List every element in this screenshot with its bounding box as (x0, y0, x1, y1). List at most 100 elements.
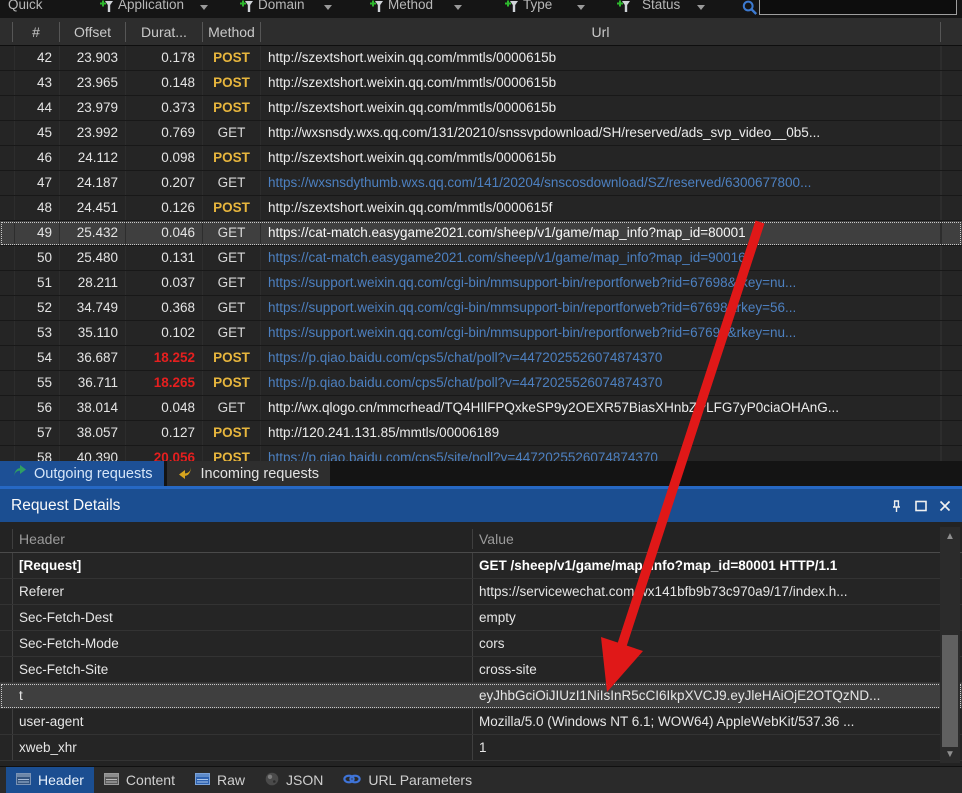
row-tail (941, 46, 962, 70)
search-input[interactable] (759, 0, 957, 15)
header-row[interactable]: [Request]GET /sheep/v1/game/map_info?map… (0, 553, 962, 579)
request-offset: 35.110 (60, 321, 126, 345)
row-gutter (0, 683, 12, 708)
pin-icon[interactable] (890, 499, 903, 513)
header-row[interactable]: user-agentMozilla/5.0 (Windows NT 6.1; W… (0, 709, 962, 735)
view-tab-header[interactable]: Header (6, 767, 94, 793)
col-method[interactable]: Method (203, 22, 261, 42)
scroll-down-icon[interactable]: ▼ (940, 745, 960, 763)
header-row[interactable]: Sec-Fetch-Sitecross-site (0, 657, 962, 683)
request-offset: 36.687 (60, 346, 126, 370)
header-row[interactable]: teyJhbGciOiJIUzI1NiIsInR5cCI6IkpXVCJ9.ey… (0, 683, 962, 709)
table-row[interactable]: 4523.9920.769GEThttp://wxsnsdy.wxs.qq.co… (0, 121, 962, 146)
header-name: Sec-Fetch-Site (12, 657, 472, 682)
header-value: empty (472, 605, 962, 630)
table-row[interactable]: 5128.2110.037GEThttps://support.weixin.q… (0, 271, 962, 296)
request-method: POST (203, 421, 261, 445)
filter-dropdown-status[interactable]: Status (642, 0, 680, 16)
request-method: POST (203, 196, 261, 220)
request-number: 45 (13, 121, 60, 145)
col-header[interactable]: Header (12, 529, 472, 549)
filter-dropdown-application[interactable]: Application (118, 0, 184, 16)
request-method: GET (203, 121, 261, 145)
header-row[interactable]: Sec-Fetch-Modecors (0, 631, 962, 657)
scroll-up-icon[interactable]: ▲ (940, 527, 960, 545)
request-url: http://szextshort.weixin.qq.com/mmtls/00… (261, 71, 941, 95)
tab-outgoing-label: Outgoing requests (34, 466, 153, 482)
tab-outgoing-requests[interactable]: Outgoing requests (0, 461, 164, 486)
request-url: https://p.qiao.baidu.com/cps5/site/poll?… (261, 446, 941, 461)
request-number: 48 (13, 196, 60, 220)
quick-filter-label[interactable]: Quick (8, 0, 43, 16)
col-value[interactable]: Value (472, 529, 962, 549)
maximize-icon[interactable] (915, 500, 927, 512)
table-row[interactable]: 5025.4800.131GEThttps://cat-match.easyga… (0, 246, 962, 271)
request-duration: 0.048 (126, 396, 203, 420)
request-number: 47 (13, 171, 60, 195)
chevron-down-icon[interactable] (454, 5, 462, 10)
incoming-arrow-icon (178, 465, 194, 483)
request-duration: 0.098 (126, 146, 203, 170)
row-tail (941, 421, 962, 445)
table-row[interactable]: 4925.4320.046GEThttps://cat-match.easyga… (0, 221, 962, 246)
table-row[interactable]: 4724.1870.207GEThttps://wxsnsdythumb.wxs… (0, 171, 962, 196)
col-number[interactable]: # (13, 22, 60, 42)
table-row[interactable]: 4423.9790.373POSThttp://szextshort.weixi… (0, 96, 962, 121)
table-row[interactable]: 5840.39020.056POSThttps://p.qiao.baidu.c… (0, 446, 962, 461)
details-scrollbar[interactable]: ▲ ▼ (940, 527, 960, 763)
header-row[interactable]: Sec-Fetch-Destempty (0, 605, 962, 631)
table-row[interactable]: 5536.71118.265POSThttps://p.qiao.baidu.c… (0, 371, 962, 396)
row-tail (941, 396, 962, 420)
table-row[interactable]: 4624.1120.098POSThttp://szextshort.weixi… (0, 146, 962, 171)
tab-incoming-requests[interactable]: Incoming requests (167, 461, 330, 486)
request-offset: 25.432 (60, 221, 126, 245)
request-number: 56 (13, 396, 60, 420)
chevron-down-icon[interactable] (697, 5, 705, 10)
table-row[interactable]: 5638.0140.048GEThttp://wx.qlogo.cn/mmcrh… (0, 396, 962, 421)
search-icon[interactable] (742, 0, 758, 18)
close-icon[interactable] (939, 500, 951, 512)
view-tab-json[interactable]: JSON (255, 767, 333, 793)
request-method: GET (203, 396, 261, 420)
header-name: Sec-Fetch-Mode (12, 631, 472, 656)
row-tail (941, 146, 962, 170)
request-method: GET (203, 321, 261, 345)
col-duration[interactable]: Durat... (126, 22, 203, 42)
filter-funnel-icon (505, 0, 519, 13)
scrollbar-thumb[interactable] (942, 635, 958, 747)
header-row[interactable]: Refererhttps://servicewechat.com/wx141bf… (0, 579, 962, 605)
header-name: Sec-Fetch-Dest (12, 605, 472, 630)
table-row[interactable]: 4824.4510.126POSThttp://szextshort.weixi… (0, 196, 962, 221)
request-offset: 23.965 (60, 71, 126, 95)
detail-view-tabs: HeaderContentRawJSONURL Parameters (0, 766, 962, 793)
header-value: GET /sheep/v1/game/map_info?map_id=80001… (472, 553, 962, 578)
view-tab-content[interactable]: Content (94, 767, 185, 793)
chevron-down-icon[interactable] (200, 5, 208, 10)
headers-table-header: Header Value (0, 525, 962, 553)
request-offset: 40.390 (60, 446, 126, 461)
request-url: https://wxsnsdythumb.wxs.qq.com/141/2020… (261, 171, 941, 195)
filter-funnel-icon (370, 0, 384, 13)
table-row[interactable]: 4223.9030.178POSThttp://szextshort.weixi… (0, 46, 962, 71)
filter-dropdown-type[interactable]: Type (523, 0, 552, 16)
col-offset[interactable]: Offset (60, 22, 126, 42)
chevron-down-icon[interactable] (577, 5, 585, 10)
col-url[interactable]: Url (261, 22, 941, 42)
header-row[interactable]: xweb_xhr1 (0, 735, 962, 761)
filter-dropdown-domain[interactable]: Domain (258, 0, 305, 16)
request-offset: 34.749 (60, 296, 126, 320)
filter-dropdown-method[interactable]: Method (388, 0, 433, 16)
request-method: GET (203, 271, 261, 295)
request-method: POST (203, 371, 261, 395)
table-row[interactable]: 5335.1100.102GEThttps://support.weixin.q… (0, 321, 962, 346)
table-row[interactable]: 5436.68718.252POSThttps://p.qiao.baidu.c… (0, 346, 962, 371)
table-row[interactable]: 5738.0570.127POSThttp://120.241.131.85/m… (0, 421, 962, 446)
chevron-down-icon[interactable] (324, 5, 332, 10)
row-tail (941, 96, 962, 120)
request-url: https://cat-match.easygame2021.com/sheep… (261, 246, 941, 270)
view-tab-url-parameters[interactable]: URL Parameters (333, 767, 482, 793)
table-row[interactable]: 5234.7490.368GEThttps://support.weixin.q… (0, 296, 962, 321)
requests-table-header: # Offset Durat... Method Url (0, 18, 962, 46)
table-row[interactable]: 4323.9650.148POSThttp://szextshort.weixi… (0, 71, 962, 96)
view-tab-raw[interactable]: Raw (185, 767, 255, 793)
